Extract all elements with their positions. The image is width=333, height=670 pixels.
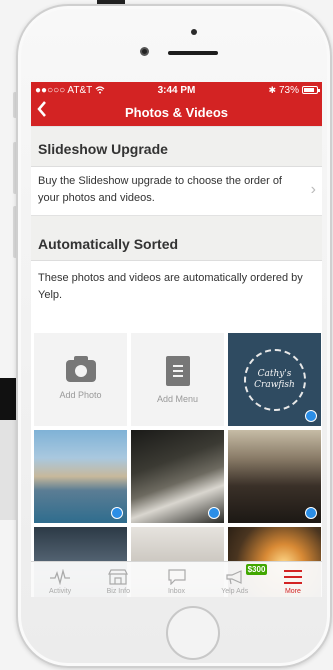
chat-bubble-icon <box>167 569 186 585</box>
logo-text: Cathy's Crawfish <box>254 368 295 390</box>
slideshow-upgrade-row[interactable]: Buy the Slideshow upgrade to choose the … <box>31 167 322 215</box>
page-title: Photos & Videos <box>124 104 229 120</box>
tab-more[interactable]: More <box>264 562 322 597</box>
section-header-slideshow: Slideshow Upgrade <box>31 126 322 167</box>
proximity-sensor <box>191 29 197 35</box>
auto-sorted-description: These photos and videos are automaticall… <box>31 261 322 316</box>
tab-yelp-ads[interactable]: $300 Yelp Ads <box>206 562 268 597</box>
menu-document-icon <box>165 355 190 386</box>
battery-icon <box>302 86 320 94</box>
media-tile-restaurant[interactable] <box>228 430 321 523</box>
add-photo-label: Add Photo <box>59 389 102 400</box>
phone-screen: ●●○○○ AT&T 3:44 PM ✱ 73% Photos & Videos… <box>31 82 322 597</box>
camera-icon <box>65 355 96 382</box>
chevron-right-icon: › <box>310 181 316 198</box>
selection-dot[interactable] <box>305 507 317 519</box>
tab-label: Biz Info <box>106 588 130 595</box>
business-logo: Cathy's Crawfish <box>243 348 306 411</box>
add-menu-label: Add Menu <box>156 393 199 404</box>
selection-dot[interactable] <box>111 507 123 519</box>
front-camera <box>140 47 149 56</box>
add-photo-tile[interactable]: Add Photo <box>34 333 127 426</box>
tab-label: Yelp Ads <box>221 588 249 595</box>
tab-activity[interactable]: Activity <box>31 562 89 597</box>
activity-icon <box>50 569 71 585</box>
media-tile-patio[interactable] <box>131 430 224 523</box>
tab-label: Inbox <box>167 588 186 595</box>
tab-label: More <box>284 588 301 595</box>
megaphone-icon <box>226 570 242 585</box>
slideshow-upgrade-text: Buy the Slideshow upgrade to choose the … <box>38 175 282 204</box>
battery-percent: 73% <box>278 84 299 96</box>
hamburger-icon <box>283 570 302 584</box>
media-tile-harbor[interactable] <box>34 430 127 523</box>
carrier-label: ●●○○○ AT&T <box>35 84 93 96</box>
media-tile-logo[interactable]: Cathy's Crawfish <box>228 333 321 426</box>
bluetooth-icon: ✱ <box>268 84 276 95</box>
media-grid: Add Photo Add Menu Cathy's Crawfish <box>31 333 322 597</box>
section-header-auto-sorted: Automatically Sorted <box>31 215 322 261</box>
home-button[interactable] <box>166 606 220 660</box>
selection-dot[interactable] <box>305 410 317 422</box>
wifi-icon <box>95 86 105 94</box>
tab-inbox[interactable]: Inbox <box>147 562 205 597</box>
status-bar: ●●○○○ AT&T 3:44 PM ✱ 73% <box>31 82 322 98</box>
navigation-bar: Photos & Videos <box>31 98 322 126</box>
storefront-icon <box>108 569 129 585</box>
earpiece-speaker <box>168 51 218 55</box>
tab-bar: Activity Biz Info Inbox $300 Yelp Ads Mo… <box>31 561 322 597</box>
add-menu-tile[interactable]: Add Menu <box>131 333 224 426</box>
back-chevron-icon[interactable] <box>37 101 47 121</box>
selection-dot[interactable] <box>208 507 220 519</box>
tab-biz-info[interactable]: Biz Info <box>89 562 147 597</box>
tab-label: Activity <box>49 588 72 595</box>
